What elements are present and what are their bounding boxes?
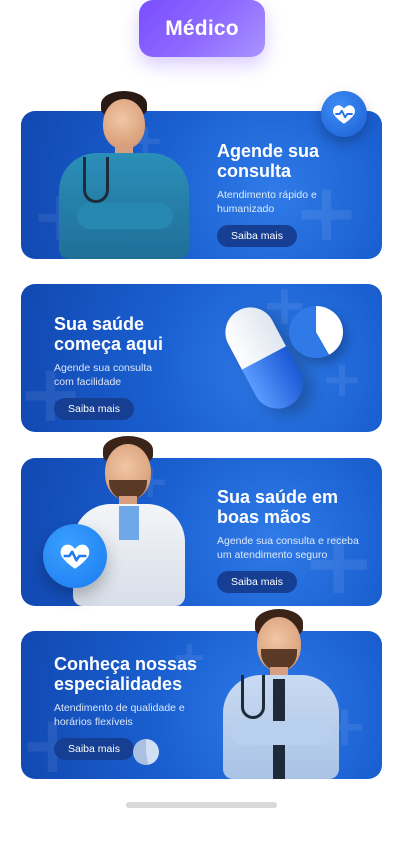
banner-card-health-start[interactable]: + + + Sua saúde começa aqui Agende sua co… <box>21 284 382 432</box>
doctor-photo <box>73 436 191 606</box>
banner-card-good-hands[interactable]: + + Sua saúde em boas mãos Agende sua con… <box>21 436 382 606</box>
doctor-photo <box>57 91 189 259</box>
learn-more-button[interactable]: Saiba mais <box>217 225 297 247</box>
card-description-line1: Agende sua consulta <box>54 362 153 374</box>
card-description-line2: com facilidade <box>54 376 122 388</box>
card-title-line2: boas mãos <box>217 507 312 527</box>
card-title-line1: Sua saúde <box>54 314 145 334</box>
pill-icon <box>133 739 159 765</box>
pill-icon <box>289 306 343 358</box>
card-description-line1: Atendimento de qualidade e <box>54 702 185 714</box>
home-indicator <box>126 802 277 808</box>
card-description-line2: humanizado <box>217 203 275 215</box>
heart-pulse-icon <box>43 524 107 588</box>
card-title-line1: Agende sua <box>217 141 320 161</box>
learn-more-button[interactable]: Saiba mais <box>217 571 297 593</box>
card-description-line2: horários flexíveis <box>54 716 133 728</box>
card-title-line2: consulta <box>217 161 292 181</box>
banner-card-specialties[interactable]: + + + Conheça nossas especialidades Atend… <box>21 609 382 779</box>
card-description-line1: Atendimento rápido e <box>217 189 317 201</box>
card-description-line1: Agende sua consulta e receba <box>217 535 359 547</box>
learn-more-button[interactable]: Saiba mais <box>54 398 134 420</box>
card-title-line2: começa aqui <box>54 334 164 354</box>
card-description-line2: um atendimento seguro <box>217 549 328 561</box>
heart-pulse-icon <box>321 91 367 137</box>
card-title-line2: especialidades <box>54 674 183 694</box>
card-title-line1: Sua saúde em <box>217 487 339 507</box>
category-tag[interactable]: Médico <box>139 0 265 57</box>
plus-icon: + <box>321 350 363 408</box>
banner-card-schedule[interactable]: + + + Agende suaconsulta Atendimento ráp… <box>21 91 382 259</box>
doctor-photo <box>219 609 343 779</box>
card-title-line1: Conheça nossas <box>54 654 198 674</box>
learn-more-button[interactable]: Saiba mais <box>54 738 134 760</box>
